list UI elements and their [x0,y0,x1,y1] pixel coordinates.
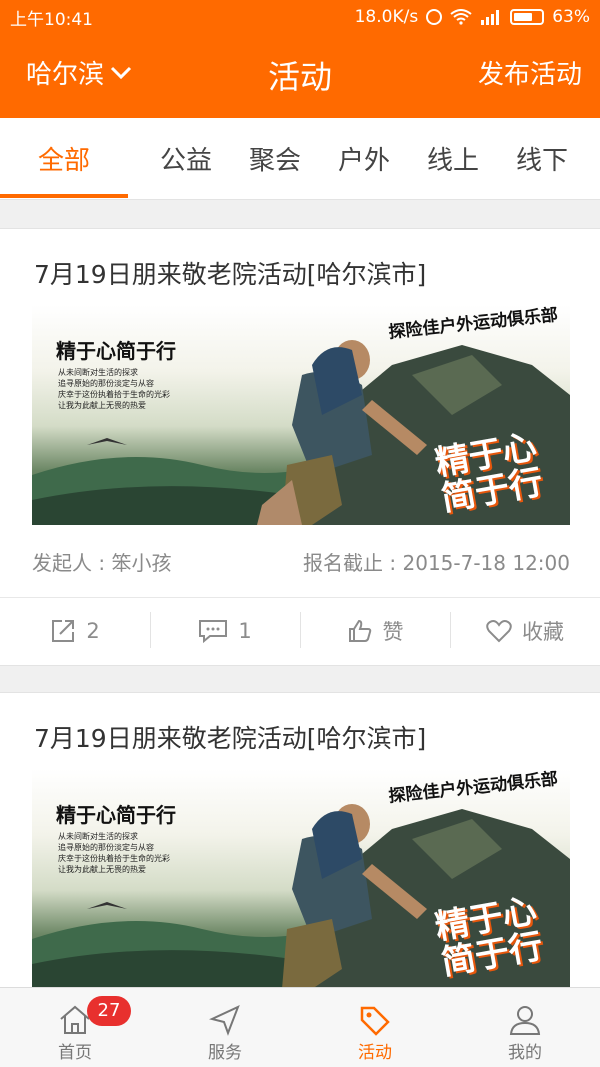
favorite-label: 收藏 [522,619,564,644]
nav-mine-label: 我的 [508,1043,542,1063]
favorite-button[interactable]: 收藏 [450,598,600,663]
like-label: 赞 [382,619,404,644]
activity-meta: 发起人 : 笨小孩 报名截止 : 2015-7-18 12:00 [32,547,570,576]
poster-headline: 精于心简于行 [56,803,176,827]
nav-service[interactable]: 服务 [150,988,300,1067]
city-label: 哈尔滨 [26,60,105,90]
activity-title: 7月19日朋来敬老院活动[哈尔滨市] [34,260,427,289]
alarm-icon [426,9,443,25]
share-count: 2 [86,618,100,643]
tab-charity[interactable]: 公益 [160,140,212,177]
tab-outdoor[interactable]: 户外 [338,140,390,177]
nav-home[interactable]: 首页 [0,988,150,1067]
navigation-arrow-icon [209,1005,240,1036]
nav-mine[interactable]: 我的 [450,988,600,1067]
battery-icon [510,9,545,25]
status-bar: 上午10:41 18.0K/s 63% [0,0,600,34]
comment-count: 1 [238,618,252,643]
nav-activity[interactable]: 活动 [300,988,450,1067]
comment-button[interactable]: 1 [150,598,300,663]
tab-all[interactable]: 全部 [38,140,90,177]
nav-activity-label: 活动 [358,1043,392,1063]
city-selector[interactable]: 哈尔滨 [26,54,132,91]
activity-image: 精于心简于行 从未间断对生活的探求 追寻原始的那份淡定与从容 庆幸于这份执着拾于… [32,769,570,989]
status-time: 上午10:41 [10,9,93,30]
organizer: 发起人 : 笨小孩 [32,551,172,575]
tab-offline[interactable]: 线下 [516,140,568,177]
battery-percent: 63% [552,7,590,27]
network-speed: 18.0K/s [354,7,419,27]
comment-icon [199,619,228,643]
publish-activity-button[interactable]: 发布活动 [478,54,582,91]
bottom-navigation: 首页 服务 活动 我的 [0,987,600,1067]
chevron-down-icon [110,66,132,79]
activity-card[interactable]: 7月19日朋来敬老院活动[哈尔滨市] 精于心简于行 从未间断对生活的探求 追寻原… [0,228,600,666]
nav-home-label: 首页 [58,1043,92,1063]
activity-title: 7月19日朋来敬老院活动[哈尔滨市] [34,724,427,753]
active-tab-indicator [0,194,128,198]
tab-gathering[interactable]: 聚会 [249,140,301,177]
card-actions: 2 1 赞 收藏 [0,597,600,663]
poster-lines: 从未间断对生活的探求 追寻原始的那份淡定与从容 庆幸于这份执着拾于生命的光彩 让… [58,368,170,410]
person-icon [509,1006,541,1035]
signal-icon [480,9,502,25]
share-icon [52,619,75,642]
poster-graffiti: 精于心 简于行 [432,426,546,520]
poster-headline: 精于心简于行 [56,339,176,363]
share-button[interactable]: 2 [0,598,150,663]
home-notification-badge: 27 [87,996,131,1026]
signup-deadline: 报名截止 : 2015-7-18 12:00 [303,551,570,575]
nav-service-label: 服务 [208,1043,242,1063]
category-tabs: 全部 公益 聚会 户外 线上 线下 [0,118,600,200]
wifi-icon [450,9,472,25]
heart-icon [486,619,512,642]
tag-icon [360,1006,390,1036]
status-indicators: 18.0K/s 63% [355,7,590,27]
tab-online[interactable]: 线上 [427,140,479,177]
like-button[interactable]: 赞 [300,598,450,663]
poster-graffiti: 精于心 简于行 [432,890,546,984]
app-header: 哈尔滨 活动 发布活动 [0,34,600,118]
thumbs-up-icon [348,619,371,642]
activity-card[interactable]: 7月19日朋来敬老院活动[哈尔滨市] 精于心简于行 从未间断对生活的探求 追寻原… [0,692,600,992]
activity-image: 精于心简于行 从未间断对生活的探求 追寻原始的那份淡定与从容 庆幸于这份执着拾于… [32,305,570,525]
poster-lines: 从未间断对生活的探求 追寻原始的那份淡定与从容 庆幸于这份执着拾于生命的光彩 让… [58,832,170,874]
